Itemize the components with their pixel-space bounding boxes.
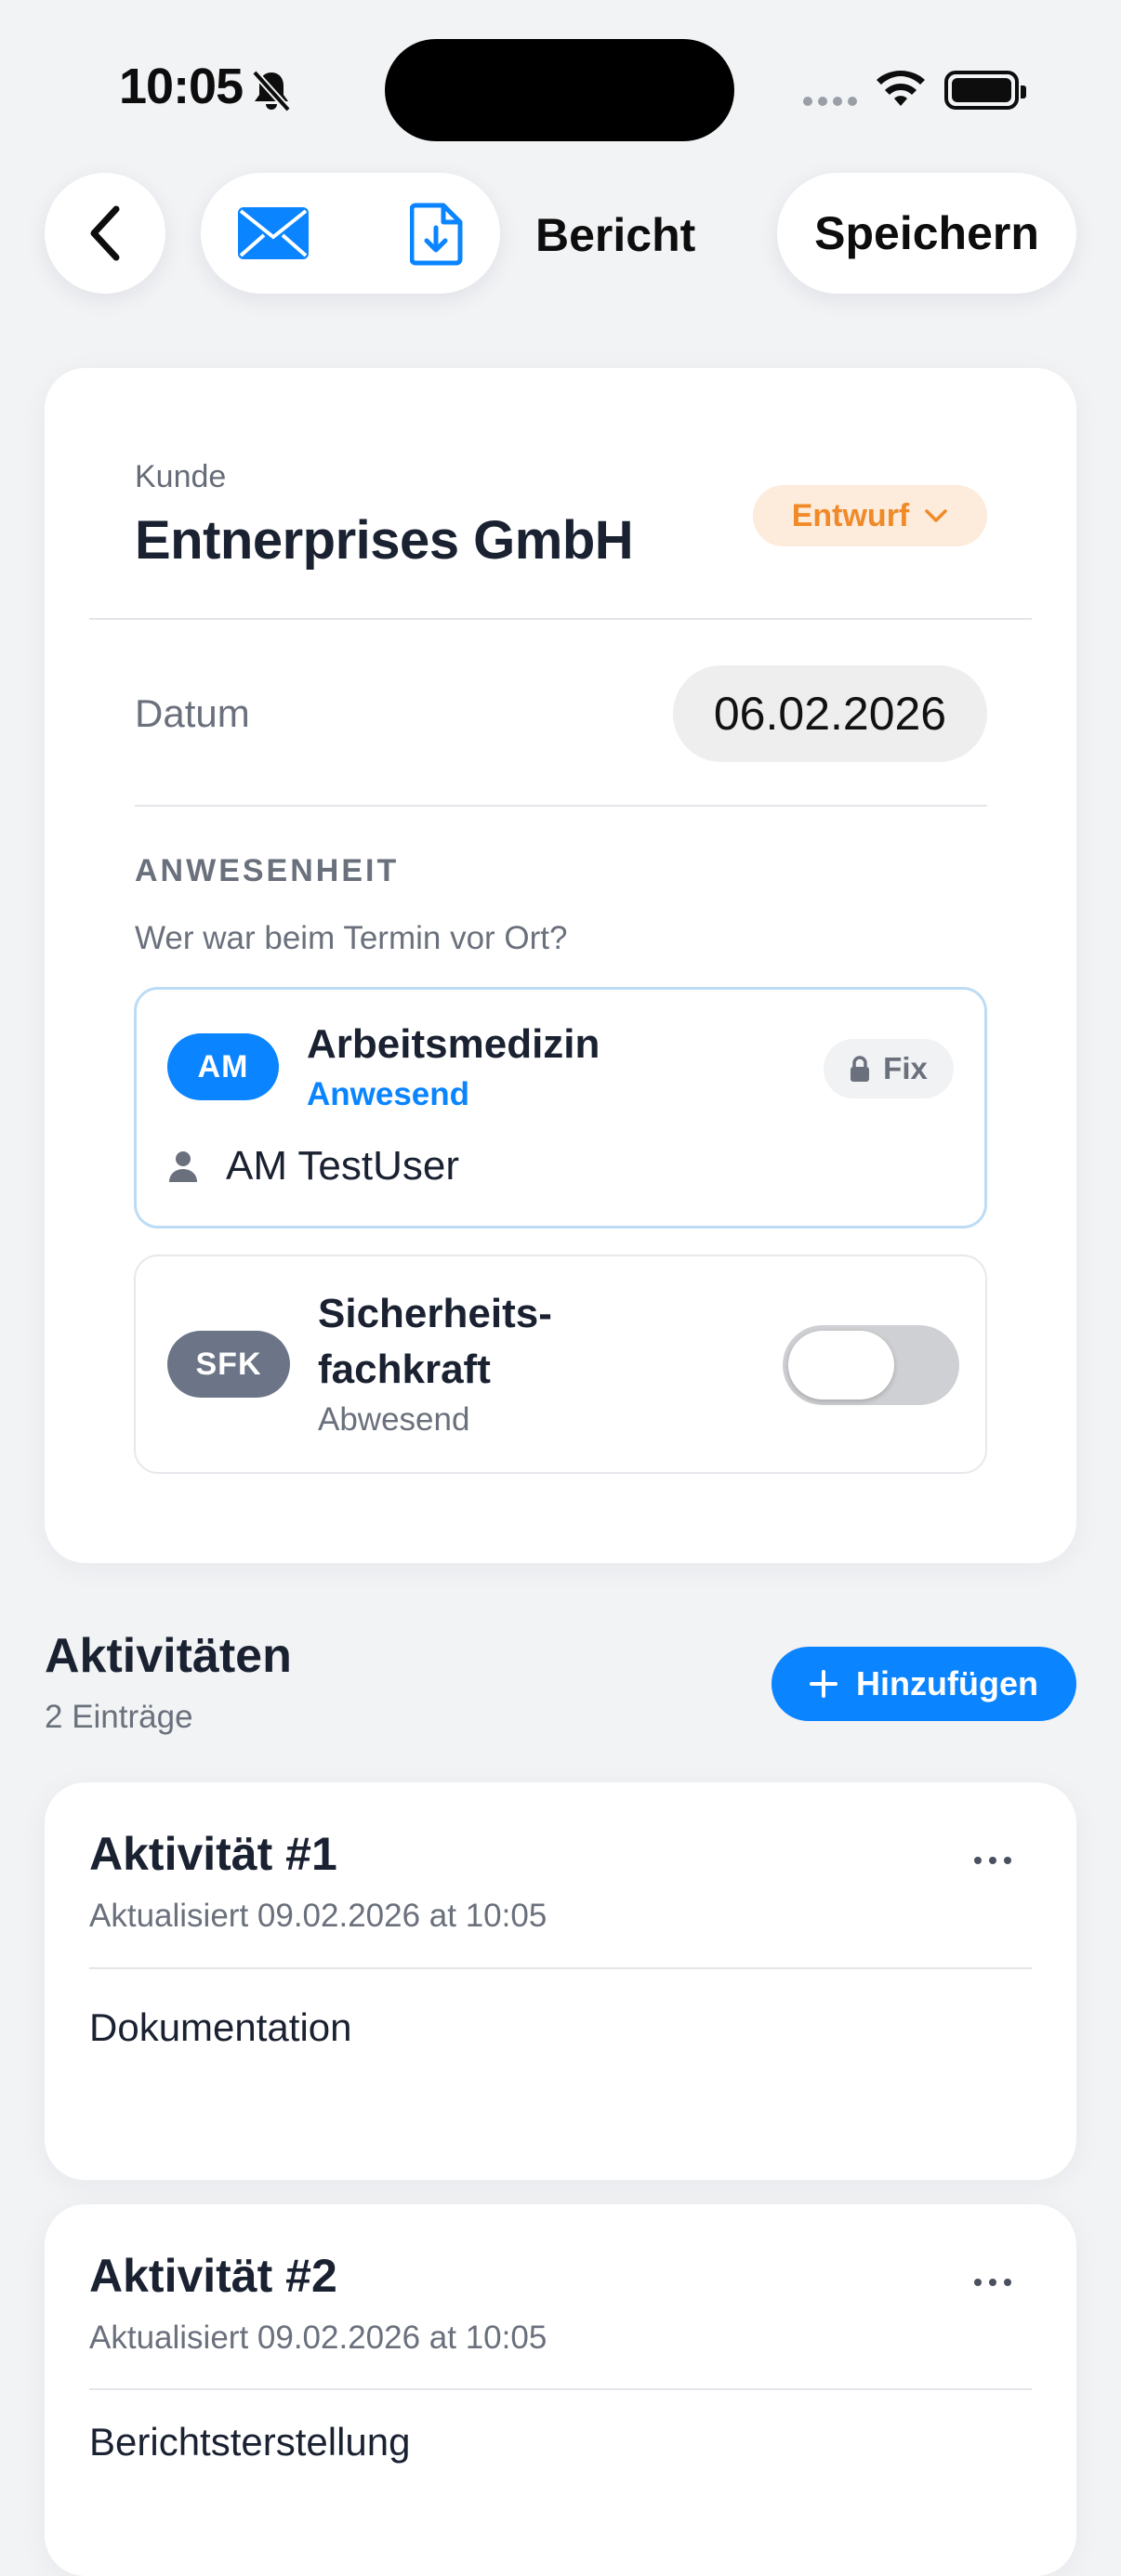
more-options-icon[interactable] (974, 2273, 1011, 2292)
role-title-sfk: Sicherheits- fachkraft (318, 1286, 552, 1398)
divider (135, 805, 987, 807)
role-status-sfk: Abwesend (318, 1401, 470, 1438)
add-activity-button[interactable]: Hinzufügen (772, 1647, 1076, 1721)
silent-bell-icon (251, 69, 292, 118)
attendance-section-label: ANWESENHEIT (135, 853, 400, 888)
role-title-sfk-line1: Sicherheits- (318, 1291, 552, 1336)
customer-name[interactable]: Entnerprises GmbH (135, 509, 634, 572)
attendee-user: AM TestUser (226, 1143, 460, 1189)
fixed-label: Fix (883, 1051, 928, 1085)
dynamic-island (385, 39, 734, 141)
activity-field: Berichtsterstellung (89, 2420, 411, 2464)
email-button[interactable] (238, 201, 309, 266)
more-options-icon[interactable] (974, 1851, 1011, 1870)
role-badge-am: AM (167, 1033, 279, 1100)
divider (89, 618, 1032, 620)
sfk-attendance-toggle[interactable] (783, 1325, 959, 1405)
battery-icon (944, 71, 1026, 110)
chevron-left-icon (90, 205, 120, 261)
role-title-sfk-line2: fachkraft (318, 1347, 491, 1392)
person-icon (167, 1150, 199, 1187)
wifi-icon (876, 69, 926, 112)
role-title-am: Arbeitsmedizin (307, 1021, 600, 1067)
cellular-signal-icon (803, 97, 857, 106)
plus-icon (810, 1670, 838, 1698)
fixed-badge: Fix (824, 1039, 954, 1098)
role-status-am: Anwesend (307, 1076, 470, 1112)
activity-updated: Aktualisiert 09.02.2026 at 10:05 (89, 1898, 547, 1934)
divider (89, 2388, 1032, 2390)
date-label: Datum (135, 691, 250, 735)
lock-icon (851, 1056, 870, 1082)
status-dropdown[interactable]: Entwurf (753, 485, 987, 546)
activity-updated: Aktualisiert 09.02.2026 at 10:05 (89, 2320, 547, 2356)
save-button[interactable]: Speichern (777, 173, 1076, 294)
role-badge-sfk: SFK (167, 1331, 290, 1398)
activity-field: Dokumentation (89, 2005, 352, 2049)
status-label: Entwurf (791, 497, 910, 533)
pdf-export-button[interactable] (402, 199, 472, 269)
status-time: 10:05 (119, 59, 244, 114)
activities-count: 2 Einträge (45, 1699, 193, 1735)
back-button[interactable] (45, 173, 165, 294)
activity-name: Aktivität #2 (89, 2250, 337, 2302)
activity-name: Aktivität #1 (89, 1828, 337, 1880)
attendance-question: Wer war beim Termin vor Ort? (135, 920, 568, 956)
mail-icon (238, 207, 309, 259)
divider (89, 1967, 1032, 1969)
chevron-down-icon (925, 509, 948, 522)
page-title: Bericht (535, 209, 696, 261)
add-activity-label: Hinzufügen (856, 1664, 1038, 1702)
customer-label: Kunde (135, 459, 227, 494)
date-picker[interactable]: 06.02.2026 (673, 665, 987, 762)
document-download-icon (410, 203, 463, 266)
activities-title: Aktivitäten (45, 1629, 292, 1683)
